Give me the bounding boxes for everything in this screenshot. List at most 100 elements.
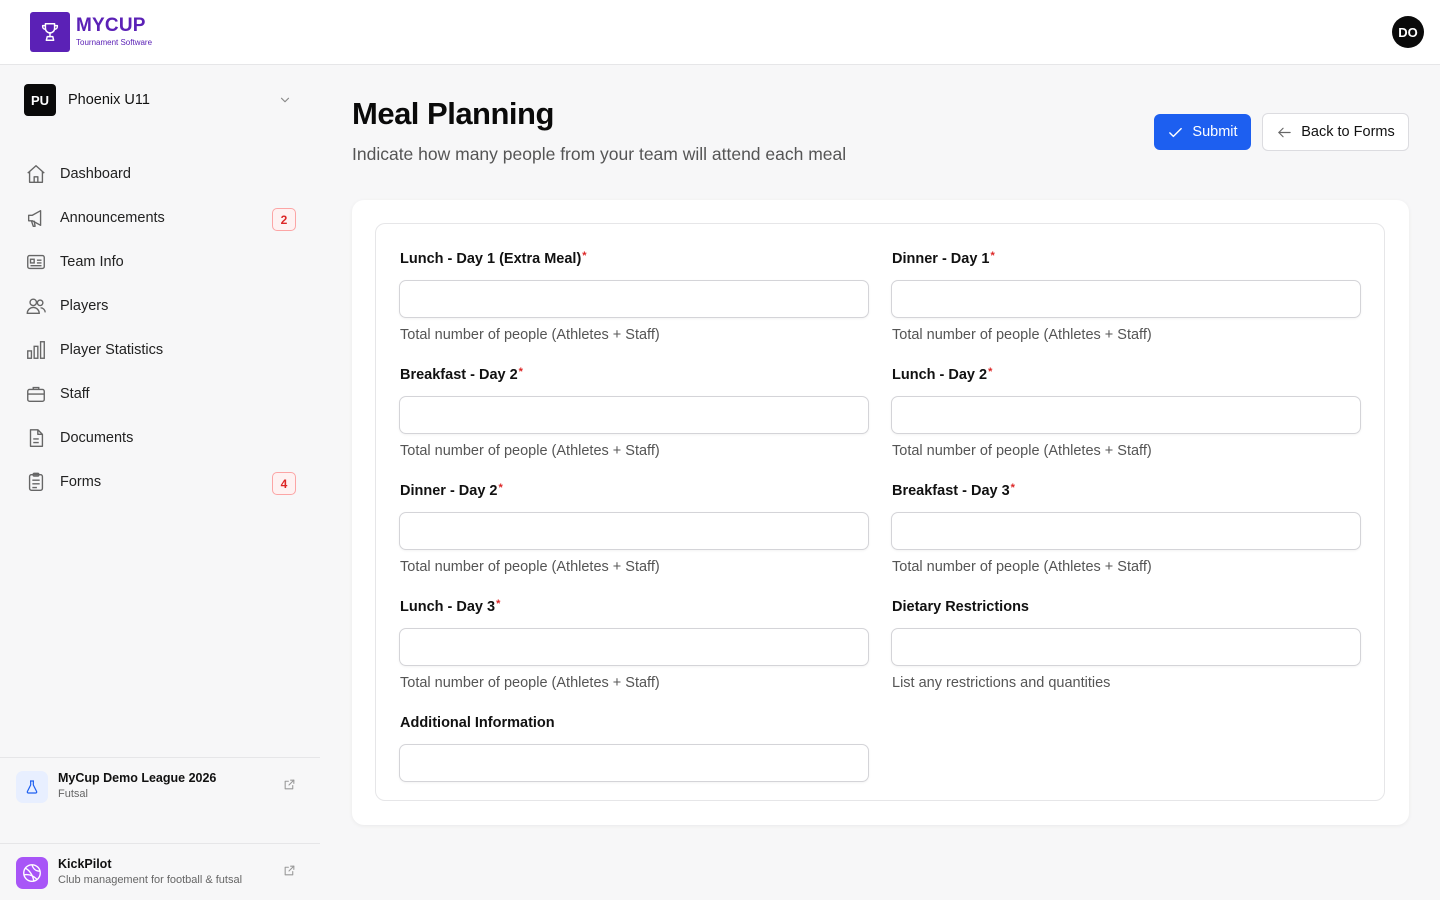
mycup-logo[interactable]: MYCUP Tournament Software <box>30 12 152 52</box>
document-icon <box>24 426 48 450</box>
required-marker: * <box>988 366 993 378</box>
page-title: Meal Planning <box>352 96 554 131</box>
required-marker: * <box>582 250 587 262</box>
chevron-down-icon <box>280 97 290 103</box>
sidebar-item-team-info[interactable]: Team Info <box>24 240 296 284</box>
sidebar-item-dashboard[interactable]: Dashboard <box>24 152 296 196</box>
required-marker: * <box>498 482 503 494</box>
field-breakfast-day2: Breakfast - Day 2* Total number of peopl… <box>399 364 869 459</box>
field-label: Dinner - Day 2 <box>400 483 498 499</box>
field-label: Breakfast - Day 2 <box>400 367 518 383</box>
breakfast-day2-input[interactable] <box>399 396 869 434</box>
field-help: Total number of people (Athletes + Staff… <box>400 443 660 459</box>
sidebar-item-label: Staff <box>60 386 90 402</box>
back-to-forms-button[interactable]: Back to Forms <box>1262 113 1409 151</box>
team-switcher[interactable]: PU Phoenix U11 <box>24 84 296 116</box>
home-icon <box>24 162 48 186</box>
sidebar-item-label: Team Info <box>60 254 124 270</box>
submit-button[interactable]: Submit <box>1154 114 1251 150</box>
lunch-day1-input[interactable] <box>399 280 869 318</box>
external-link-icon <box>284 779 295 790</box>
external-link-icon <box>284 865 295 876</box>
field-help: Total number of people (Athletes + Staff… <box>400 327 660 343</box>
additional-information-input[interactable] <box>399 744 869 782</box>
app-title: KickPilot <box>58 857 112 871</box>
flask-icon <box>16 771 48 803</box>
dinner-day2-input[interactable] <box>399 512 869 550</box>
required-marker: * <box>990 250 995 262</box>
sidebar-nav: Dashboard Announcements 2 Team Info Play… <box>24 152 296 504</box>
sidebar-item-documents[interactable]: Documents <box>24 416 296 460</box>
breakfast-day3-input[interactable] <box>891 512 1361 550</box>
logo-subtitle: Tournament Software <box>76 38 153 47</box>
field-label: Dinner - Day 1 <box>892 251 990 267</box>
field-help: Total number of people (Athletes + Staff… <box>892 559 1152 575</box>
field-label: Dietary Restrictions <box>892 599 1029 615</box>
team-name: Phoenix U11 <box>68 92 150 108</box>
league-subtitle: Futsal <box>58 788 88 800</box>
field-label: Breakfast - Day 3 <box>892 483 1010 499</box>
field-help: List any restrictions and quantities <box>892 675 1111 691</box>
sidebar-item-label: Documents <box>60 430 134 446</box>
required-marker: * <box>496 598 501 610</box>
field-help: Total number of people (Athletes + Staff… <box>400 675 660 691</box>
back-label: Back to Forms <box>1301 124 1395 140</box>
sidebar-item-players[interactable]: Players <box>24 284 296 328</box>
sidebar-item-label: Announcements <box>60 210 165 226</box>
sidebar-item-label: Forms <box>60 474 102 490</box>
submit-label: Submit <box>1192 124 1238 140</box>
user-avatar[interactable]: DO <box>1392 16 1424 48</box>
logo-title: MYCUP <box>76 15 146 36</box>
sidebar-item-staff[interactable]: Staff <box>24 372 296 416</box>
kickpilot-link[interactable]: KickPilot Club management for football &… <box>0 843 320 900</box>
arrow-left-icon <box>1278 127 1291 137</box>
app-subtitle: Club management for football & futsal <box>58 874 243 886</box>
league-title: MyCup Demo League 2026 <box>58 771 217 785</box>
team-badge: PU <box>24 84 56 116</box>
field-help: Total number of people (Athletes + Staff… <box>892 443 1152 459</box>
field-label: Lunch - Day 2 <box>892 367 988 383</box>
top-bar: MYCUP Tournament Software DO <box>0 0 1440 65</box>
field-label: Additional Information <box>400 715 555 731</box>
meal-form: Lunch - Day 1 (Extra Meal)* Total number… <box>375 223 1385 801</box>
required-marker: * <box>518 366 523 378</box>
field-breakfast-day3: Breakfast - Day 3* Total number of peopl… <box>891 480 1361 575</box>
sidebar-item-label: Dashboard <box>60 166 131 182</box>
sidebar-item-label: Players <box>60 298 109 314</box>
lunch-day3-input[interactable] <box>399 628 869 666</box>
page-subtitle: Indicate how many people from your team … <box>352 144 847 164</box>
field-lunch-day1: Lunch - Day 1 (Extra Meal)* Total number… <box>399 248 869 343</box>
field-additional-information: Additional Information <box>399 712 869 782</box>
field-dinner-day2: Dinner - Day 2* Total number of people (… <box>399 480 869 575</box>
id-card-icon <box>24 250 48 274</box>
sidebar-item-forms[interactable]: Forms 4 <box>24 460 296 504</box>
dinner-day1-input[interactable] <box>891 280 1361 318</box>
field-lunch-day3: Lunch - Day 3* Total number of people (A… <box>399 596 869 691</box>
sidebar: PU Phoenix U11 Dashboard Announcements 2… <box>0 65 320 900</box>
lunch-day2-input[interactable] <box>891 396 1361 434</box>
field-label: Lunch - Day 1 (Extra Meal) <box>400 251 582 267</box>
bar-chart-icon <box>24 338 48 362</box>
required-marker: * <box>1010 482 1015 494</box>
form-card: Lunch - Day 1 (Extra Meal)* Total number… <box>352 200 1409 825</box>
field-lunch-day2: Lunch - Day 2* Total number of people (A… <box>891 364 1361 459</box>
briefcase-icon <box>24 382 48 406</box>
field-help: Total number of people (Athletes + Staff… <box>400 559 660 575</box>
field-label: Lunch - Day 3 <box>400 599 496 615</box>
sidebar-item-label: Player Statistics <box>60 342 164 358</box>
field-dinner-day1: Dinner - Day 1* Total number of people (… <box>891 248 1361 343</box>
trophy-icon <box>30 12 70 52</box>
ball-icon <box>16 857 48 889</box>
field-help: Total number of people (Athletes + Staff… <box>892 327 1152 343</box>
count-badge: 2 <box>272 208 296 231</box>
count-badge: 4 <box>272 472 296 495</box>
check-icon <box>1169 127 1183 137</box>
sidebar-item-announcements[interactable]: Announcements 2 <box>24 196 296 240</box>
dietary-restrictions-input[interactable] <box>891 628 1361 666</box>
megaphone-icon <box>24 206 48 230</box>
field-dietary-restrictions: Dietary Restrictions List any restrictio… <box>891 596 1361 691</box>
clipboard-icon <box>24 470 48 494</box>
league-link[interactable]: MyCup Demo League 2026 Futsal <box>0 757 320 843</box>
sidebar-item-player-statistics[interactable]: Player Statistics <box>24 328 296 372</box>
users-icon <box>24 294 48 318</box>
